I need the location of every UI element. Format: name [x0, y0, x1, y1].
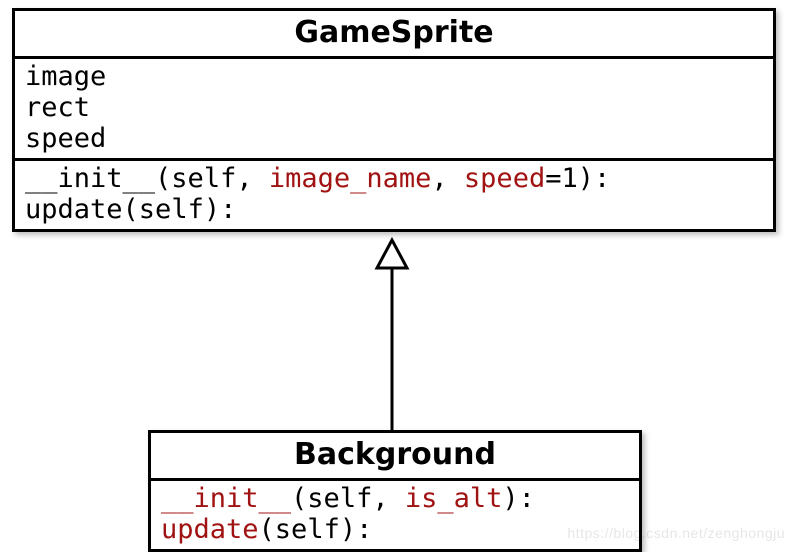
parameter: speed — [464, 163, 545, 194]
attributes-section: image rect speed — [15, 59, 773, 158]
method: __init__(self, image_name, speed=1): — [25, 163, 763, 194]
methods-section: __init__(self, image_name, speed=1): upd… — [15, 158, 773, 229]
method: update(self): — [161, 514, 629, 545]
method-name: __init__ — [25, 163, 155, 194]
attribute: image — [25, 61, 763, 92]
attribute: speed — [25, 123, 763, 154]
method-name: update — [25, 194, 123, 225]
method-name: update — [161, 514, 259, 545]
watermark: https://blog.csdn.net/zenghongju — [567, 525, 785, 541]
class-box-gamesprite: GameSprite image rect speed __init__(sel… — [12, 8, 776, 232]
method-name: __init__ — [161, 483, 291, 514]
methods-section: __init__(self, is_alt): update(self): — [151, 481, 639, 549]
method: __init__(self, is_alt): — [161, 483, 629, 514]
class-title: GameSprite — [15, 11, 773, 59]
class-title: Background — [151, 433, 639, 481]
method: update(self): — [25, 194, 763, 225]
parameter: image_name — [269, 163, 432, 194]
parameter: is_alt — [405, 483, 503, 514]
attribute: rect — [25, 92, 763, 123]
